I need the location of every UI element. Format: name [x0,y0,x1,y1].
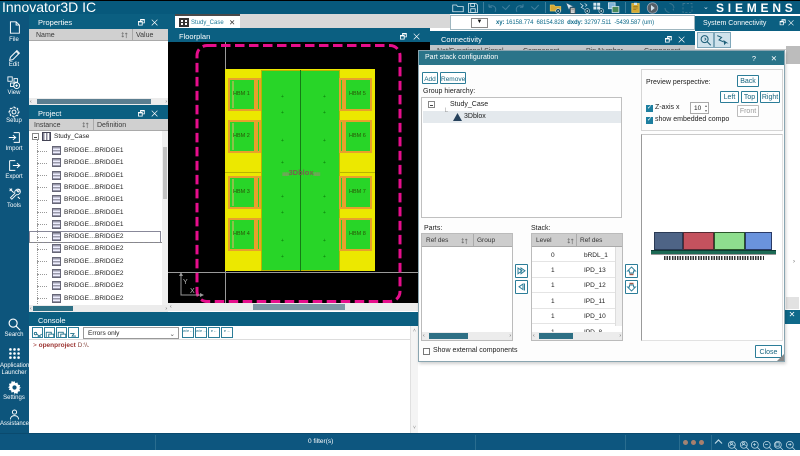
svg-text:Y: Y [183,279,188,286]
svg-text:X: X [190,288,195,295]
